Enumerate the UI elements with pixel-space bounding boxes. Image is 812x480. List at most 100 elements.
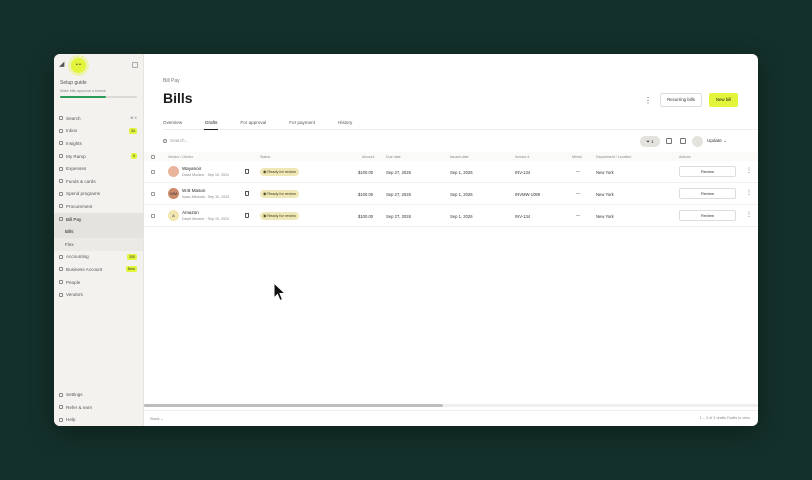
sidebar-item-label: Expenses <box>66 166 87 172</box>
people-icon <box>59 280 63 285</box>
owner-date: David Murane · Sep 10, 2024 <box>182 217 229 221</box>
update-dropdown[interactable]: Update ⌄ <box>707 138 727 144</box>
memo-cell: — <box>576 169 581 174</box>
sidebar-bottom-nav: Settings Refer & earn Help <box>54 388 144 426</box>
column-header[interactable]: Department / Location <box>596 155 631 159</box>
page-title: Bills <box>163 90 193 106</box>
sidebar-item-funds-cards[interactable]: Funds & cards <box>54 175 143 188</box>
tab-overview[interactable]: Overview <box>163 118 182 129</box>
setup-guide[interactable]: Setup guide Make bills approval a breeze <box>54 76 143 102</box>
scrollbar-thumb[interactable] <box>144 404 443 407</box>
row-checkbox[interactable] <box>151 170 155 174</box>
column-header[interactable]: Status <box>260 155 270 159</box>
sidebar-item-my-ramp[interactable]: My Ramp 5 <box>54 150 143 163</box>
sidebar-item-bill-pay[interactable]: Bill Pay <box>54 212 143 226</box>
horizontal-scrollbar[interactable] <box>144 404 758 407</box>
row-more-icon[interactable]: ⋮ <box>746 211 752 218</box>
sidebar-item-help[interactable]: Help <box>54 413 144 426</box>
column-header[interactable]: Invoice # <box>515 155 529 159</box>
sidebar-item-insights[interactable]: Insights <box>54 137 143 150</box>
table-row[interactable]: Wayanoir David Murane · Sep 10, 2024 ◉ Rea… <box>144 161 758 183</box>
sidebar-item-settings[interactable]: Settings <box>54 388 144 401</box>
sidebar-item-vendors[interactable]: Vendors <box>54 288 143 301</box>
search-icon <box>163 138 167 143</box>
select-all-checkbox[interactable] <box>151 155 155 159</box>
sidebar-item-bills[interactable]: Bills <box>54 225 143 238</box>
tab-for-approval[interactable]: For approval <box>240 118 266 129</box>
search-input[interactable]: Search... <box>163 138 188 143</box>
column-header[interactable]: Vendor / Owner <box>168 155 193 159</box>
sidebar-item-label: Spend programs <box>66 191 100 197</box>
mouse-cursor-icon <box>273 282 287 302</box>
row-checkbox[interactable] <box>151 192 155 196</box>
sidebar-item-label: Procurement <box>66 203 93 209</box>
vendor-icon <box>59 292 63 297</box>
sidebar-item-label: People <box>66 279 81 285</box>
sidebar-item-label: Funds & cards <box>66 178 96 184</box>
review-button[interactable]: Review <box>679 188 736 199</box>
sidebar-item-spend-programs[interactable]: Spend programs <box>54 188 143 201</box>
setup-progress-fill <box>60 96 107 98</box>
count-badge: 350 <box>127 253 137 260</box>
recurring-bills-button[interactable]: Recurring bills <box>660 93 702 107</box>
trash-icon[interactable] <box>245 191 249 196</box>
program-icon <box>59 191 63 196</box>
new-bill-button[interactable]: New bill <box>709 93 738 107</box>
sidebar-item-procurement[interactable]: Procurement <box>54 200 143 213</box>
inbox-icon <box>59 128 63 133</box>
tab-drafts[interactable]: Drafts <box>204 118 219 130</box>
sidebar-item-inbox[interactable]: Inbox 34 <box>54 125 143 138</box>
row-more-icon[interactable]: ⋮ <box>746 189 752 196</box>
logo-icon[interactable]: ◢ <box>59 61 67 69</box>
person-filter-icon[interactable] <box>692 136 703 147</box>
new-badge: New <box>125 266 137 273</box>
row-checkbox[interactable] <box>151 214 155 218</box>
setup-progress-bar <box>60 96 137 98</box>
sidebar-item-flex[interactable]: Flex <box>54 237 143 251</box>
invoice-cell: INV-134 <box>515 170 531 175</box>
update-label: Update <box>707 138 722 143</box>
table-header: Vendor / Owner Status Amount Due date Is… <box>144 152 758 161</box>
status-badge: ◉ Ready for review <box>260 168 299 176</box>
column-header[interactable]: Amount <box>362 155 374 159</box>
sidebar-item-label: My Ramp <box>66 153 86 159</box>
invoice-cell: INV-134 <box>515 214 531 219</box>
sidebar-item-search[interactable]: Search ⌘ K <box>54 112 143 125</box>
trash-icon[interactable] <box>245 169 249 174</box>
sidebar-item-expenses[interactable]: Expenses <box>54 162 143 175</box>
setup-subtitle: Make bills approval a breeze <box>60 89 106 93</box>
sidebar-item-refer[interactable]: Refer & earn <box>54 401 144 414</box>
footer-left[interactable]: Stack ⌄ <box>150 416 164 421</box>
tab-bar: Overview Drafts For approval For payment… <box>163 118 758 130</box>
sidebar-header: ◢ • • <box>54 54 143 76</box>
memo-cell: — <box>576 213 581 218</box>
sidebar-item-business-account[interactable]: Business Account New <box>54 263 143 276</box>
search-icon <box>59 116 63 121</box>
sidebar-item-people[interactable]: People <box>54 276 143 289</box>
count-badge: 34 <box>129 127 137 134</box>
vendor-avatar <box>168 166 179 177</box>
column-header[interactable]: Due date <box>386 155 401 159</box>
sidebar-item-accounting[interactable]: Accounting 350 <box>54 251 143 264</box>
column-header[interactable]: Issued date <box>450 155 469 159</box>
sidebar-item-label: Business Account <box>66 266 103 272</box>
review-button[interactable]: Review <box>679 166 736 177</box>
row-more-icon[interactable]: ⋮ <box>746 167 752 174</box>
table-row[interactable]: A Amazon David Murane · Sep 10, 2024 ◉ Read… <box>144 205 758 227</box>
collapse-sidebar-icon[interactable] <box>132 62 138 68</box>
sidebar-item-label: Inbox <box>66 128 78 134</box>
trash-icon[interactable] <box>245 213 249 218</box>
breadcrumb[interactable]: Bill Pay <box>163 78 180 84</box>
tab-history[interactable]: History <box>338 118 352 129</box>
more-options-icon[interactable]: ⋮ <box>644 96 652 105</box>
review-button[interactable]: Review <box>679 210 736 221</box>
columns-icon[interactable] <box>680 138 686 144</box>
sidebar-item-label: Insights <box>66 140 82 146</box>
column-header[interactable]: Memo <box>572 155 582 159</box>
table-row[interactable]: WM W.B Mason Isaac Miranda · Sep 10, 2024 ◉… <box>144 183 758 205</box>
tab-for-payment[interactable]: For payment <box>289 118 315 129</box>
avatar[interactable]: • • <box>71 58 86 73</box>
calendar-icon[interactable] <box>666 138 672 144</box>
filter-button[interactable]: ⏷ 1 <box>640 136 660 147</box>
amount-cell: $100.00 <box>358 214 374 219</box>
